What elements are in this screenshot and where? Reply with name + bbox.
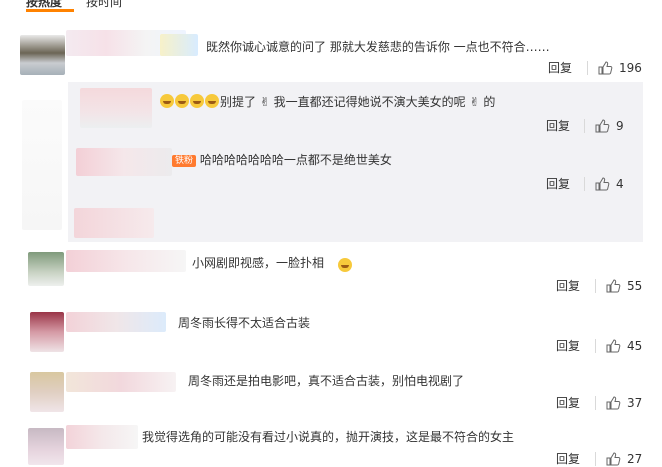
divider: [587, 61, 588, 75]
like-count: 45: [627, 339, 643, 353]
crying-emoji-icon: [205, 94, 219, 108]
divider: [595, 396, 596, 410]
username[interactable]: [66, 312, 166, 332]
comment-text: 小网剧即视感，一脸扑相: [192, 256, 325, 270]
like-button[interactable]: 37: [605, 395, 642, 411]
avatar[interactable]: [28, 252, 64, 286]
face-emoji-icon: [338, 258, 352, 272]
tab-active-indicator: [26, 9, 74, 12]
like-count: 9: [616, 119, 624, 133]
comment-text: 我觉得选角的可能没有看过小说真的，抛开演技，这是最不符合的女主: [142, 430, 515, 444]
thumbs-up-icon: [606, 279, 621, 293]
crying-emoji-icon: [175, 94, 189, 108]
tab-time[interactable]: 按时间: [86, 0, 122, 10]
blurred-region: [74, 208, 154, 238]
like-button[interactable]: 9: [594, 118, 624, 134]
divider: [595, 339, 596, 353]
comment-text: 既然你诚心诚意的问了 那就大发慈悲的告诉你 一点也不符合……: [206, 40, 550, 54]
reply-username[interactable]: [80, 88, 152, 128]
reply-button[interactable]: 回复: [546, 177, 570, 191]
sort-tabs: 按热度 按时间: [0, 0, 662, 12]
reply-button[interactable]: 回复: [546, 119, 570, 133]
avatar[interactable]: [30, 312, 64, 352]
user-badge-icon: [160, 34, 198, 56]
like-button[interactable]: 45: [605, 338, 642, 354]
avatar[interactable]: [30, 372, 64, 412]
thumbs-up-icon: [598, 61, 613, 75]
like-button[interactable]: 196: [597, 60, 642, 76]
reply-content: 别提了 ✌ 我一直都还记得她说不演大美女的呢 ✌ 的: [160, 94, 495, 109]
thumbs-up-icon: [595, 119, 610, 133]
username[interactable]: [66, 250, 186, 272]
thumbs-up-icon: [595, 177, 610, 191]
avatar[interactable]: [20, 35, 65, 75]
reply-button[interactable]: 回复: [556, 339, 580, 353]
reply-button[interactable]: 回复: [556, 396, 580, 410]
comment-text: 周冬雨长得不太适合古装: [178, 316, 311, 330]
like-button[interactable]: 4: [594, 176, 624, 192]
reply-button[interactable]: 回复: [548, 61, 572, 75]
divider: [584, 177, 585, 191]
reply-text: 别提了 ✌ 我一直都还记得她说不演大美女的呢: [220, 95, 466, 109]
crying-emoji-icon: [160, 94, 174, 108]
comment-text: 周冬雨还是拍电影吧，真不适合古装，别怕电视剧了: [188, 374, 465, 388]
like-button[interactable]: 55: [605, 278, 642, 294]
like-count: 55: [627, 279, 643, 293]
victory-icon: ✌: [465, 95, 484, 109]
blurred-region: [22, 100, 62, 230]
divider: [595, 452, 596, 466]
divider: [584, 119, 585, 133]
reply-button[interactable]: 回复: [556, 452, 580, 466]
avatar[interactable]: [28, 428, 64, 465]
like-count: 196: [619, 61, 642, 75]
reply-username[interactable]: [76, 148, 172, 176]
reply-text-suffix: 的: [483, 95, 496, 109]
thumbs-up-icon: [606, 396, 621, 410]
like-count: 27: [627, 452, 643, 466]
like-count: 37: [627, 396, 643, 410]
fan-badge: 铁粉: [172, 155, 197, 167]
crying-emoji-icon: [190, 94, 204, 108]
username[interactable]: [66, 425, 138, 449]
reply-content: 铁粉 哈哈哈哈哈哈哈一点都不是绝世美女: [172, 153, 392, 167]
username[interactable]: [66, 372, 176, 392]
reply-button[interactable]: 回复: [556, 279, 580, 293]
reply-text: 哈哈哈哈哈哈哈一点都不是绝世美女: [199, 153, 392, 167]
thumbs-up-icon: [606, 339, 621, 353]
like-count: 4: [616, 177, 624, 191]
divider: [595, 279, 596, 293]
